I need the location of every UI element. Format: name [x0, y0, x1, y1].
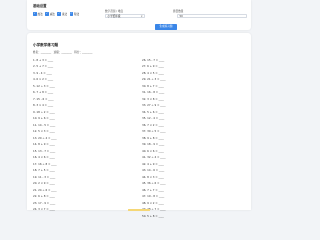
problem-item: 10. 9 + 6 = ____: [33, 116, 55, 121]
checkbox-checked-icon[interactable]: ✓: [57, 12, 61, 16]
generate-button[interactable]: 生成练习题: [155, 24, 177, 30]
problem-item: 41. 32 ÷ 4 = ____: [142, 155, 166, 160]
operation-label: 除法: [74, 13, 80, 16]
problem-item: 29. 21 ÷ 3 = ____: [142, 77, 166, 82]
problem-item: 27. 6 + 9 = ____: [142, 64, 164, 69]
count-value: 50: [179, 14, 183, 18]
settings-panel: 基础设置 ✓ 加法 ✓ 减法 ✓ 乘法 ✓ 除法 数字范围 / 难度 小学低年级…: [27, 0, 251, 30]
problem-item: 8. 3 × 4 = ____: [33, 103, 54, 108]
problem-item: 6. 7 + 8 = ____: [33, 90, 54, 95]
problem-item: 24. 3 × 7 = ____: [33, 207, 55, 212]
checkbox-checked-icon[interactable]: ✓: [33, 12, 37, 16]
problem-item: 39. 18 - 9 = ____: [142, 142, 165, 147]
operation-label: 加法: [37, 13, 43, 16]
range-value: 小学低年级: [107, 14, 121, 18]
problem-item: 33. 27 ÷ 9 = ____: [142, 103, 166, 108]
operation-subtract[interactable]: ✓ 减法: [45, 12, 55, 16]
chevron-down-icon: ▼: [140, 14, 143, 18]
operation-add[interactable]: ✓ 加法: [33, 12, 43, 16]
range-select[interactable]: 小学低年级 ▼: [105, 13, 145, 18]
problem-item: 12. 5 × 3 = ____: [33, 129, 55, 134]
operation-multiply[interactable]: ✓ 乘法: [57, 12, 67, 16]
problem-item: 47. 19 - 8 = ____: [142, 194, 165, 199]
count-input[interactable]: 50: [177, 13, 247, 18]
problem-item: 2. 5 + 7 = ____: [33, 64, 54, 69]
problem-item: 20. 2 × 9 = ____: [33, 181, 55, 186]
problem-column-right: 26. 15 - 7 = ____ 27. 6 + 9 = ____ 28. 4 ×…: [142, 57, 166, 220]
worksheet-title: 小学数学练习题: [33, 42, 59, 47]
problem-item: 43. 14 - 6 = ____: [142, 168, 165, 173]
problem-item: 18. 7 + 5 = ____: [33, 168, 55, 173]
operation-label: 乘法: [61, 13, 68, 16]
worksheet: 小学数学练习题 姓名：________ 班级：________ 得分：_____…: [27, 33, 251, 218]
footer-highlight: [128, 208, 150, 211]
problem-item: 16. 4 × 6 = ____: [33, 155, 55, 160]
operation-label: 减法: [49, 13, 55, 16]
problem-item: 31. 16 - 8 = ____: [142, 90, 165, 95]
problem-item: 14. 8 + 9 = ____: [33, 142, 55, 147]
checkbox-checked-icon[interactable]: ✓: [45, 12, 49, 16]
problem-item: 22. 6 + 8 = ____: [33, 194, 55, 199]
problem-column-left: 1. 8 + 3 = ____ 2. 5 + 7 = ____ 3. 9 - 4 =…: [33, 57, 57, 213]
student-info-line: 姓名：________ 班级：________ 得分：________: [33, 50, 93, 54]
range-label: 数字范围 / 难度: [105, 10, 124, 13]
problem-item: 35. 12 - 4 = ____: [142, 116, 165, 121]
operation-divide[interactable]: ✓ 除法: [69, 12, 80, 16]
problem-item: 45. 36 ÷ 6 = ____: [142, 181, 166, 186]
count-label: 题目数量: [173, 10, 184, 13]
problem-item: 4. 6 × 2 = ____: [33, 77, 54, 82]
problem-item: 37. 30 ÷ 5 = ____: [142, 129, 166, 134]
operation-options: ✓ 加法 ✓ 减法 ✓ 乘法 ✓ 除法: [33, 12, 82, 16]
checkbox-checked-icon[interactable]: ✓: [69, 12, 74, 16]
settings-section-title: 基础设置: [33, 4, 47, 8]
problem-item: 50. 5 + 8 = ____: [142, 213, 164, 218]
